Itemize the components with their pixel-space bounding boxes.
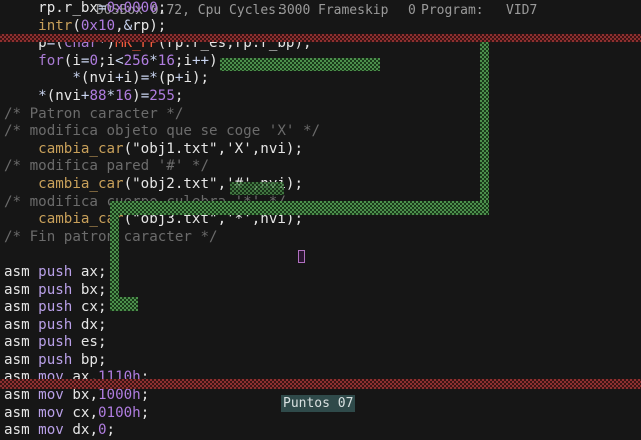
code-line: /* Patron caracter */ [4,105,184,122]
frameskip-value: 0 [408,3,416,18]
score-value: 07 [337,396,354,411]
code-line: asm mov cx,0100h; [4,404,150,421]
code-line: /* modifica objeto que se coge 'X' */ [4,123,321,140]
code-line: asm push cx; [4,299,107,316]
code-line: asm push es; [4,334,107,351]
snake-segment [110,201,489,215]
snake-segment [110,201,119,311]
wall-top [0,34,641,42]
code-line: asm mov dx,0; [4,422,116,439]
code-line: asm mov bx,1000h; [4,387,150,404]
code-line: asm push bx; [4,281,107,298]
code-line: rp.r_bx=0x0000; [38,0,167,16]
food-item [298,250,305,263]
snake-tail [110,297,138,311]
program-label: Program: [421,3,484,18]
score-display: Puntos 07 [281,395,356,412]
code-line: asm push ax; [4,263,107,280]
snake-segment [480,42,489,213]
score-label: Puntos [283,396,330,411]
code-line: /* Fin patron caracter */ [4,228,218,245]
frameskip-label: Frameskip [318,3,389,18]
code-line: *(nvi+88*16)=255; [38,87,184,104]
wall-bottom [0,379,641,389]
code-line: /* modifica pared '#' */ [4,158,209,175]
code-line: asm push bp; [4,351,107,368]
code-line: *(nvi+i)=*(p+i); [72,70,210,87]
code-line: cambia_car("obj1.txt",'X',nvi); [38,140,303,157]
code-line: asm push dx; [4,316,107,333]
snake-segment [230,182,284,195]
code-line: intr(0x10,&rp); [38,17,167,34]
program-value: VID7 [506,3,538,18]
snake-segment [220,58,380,71]
